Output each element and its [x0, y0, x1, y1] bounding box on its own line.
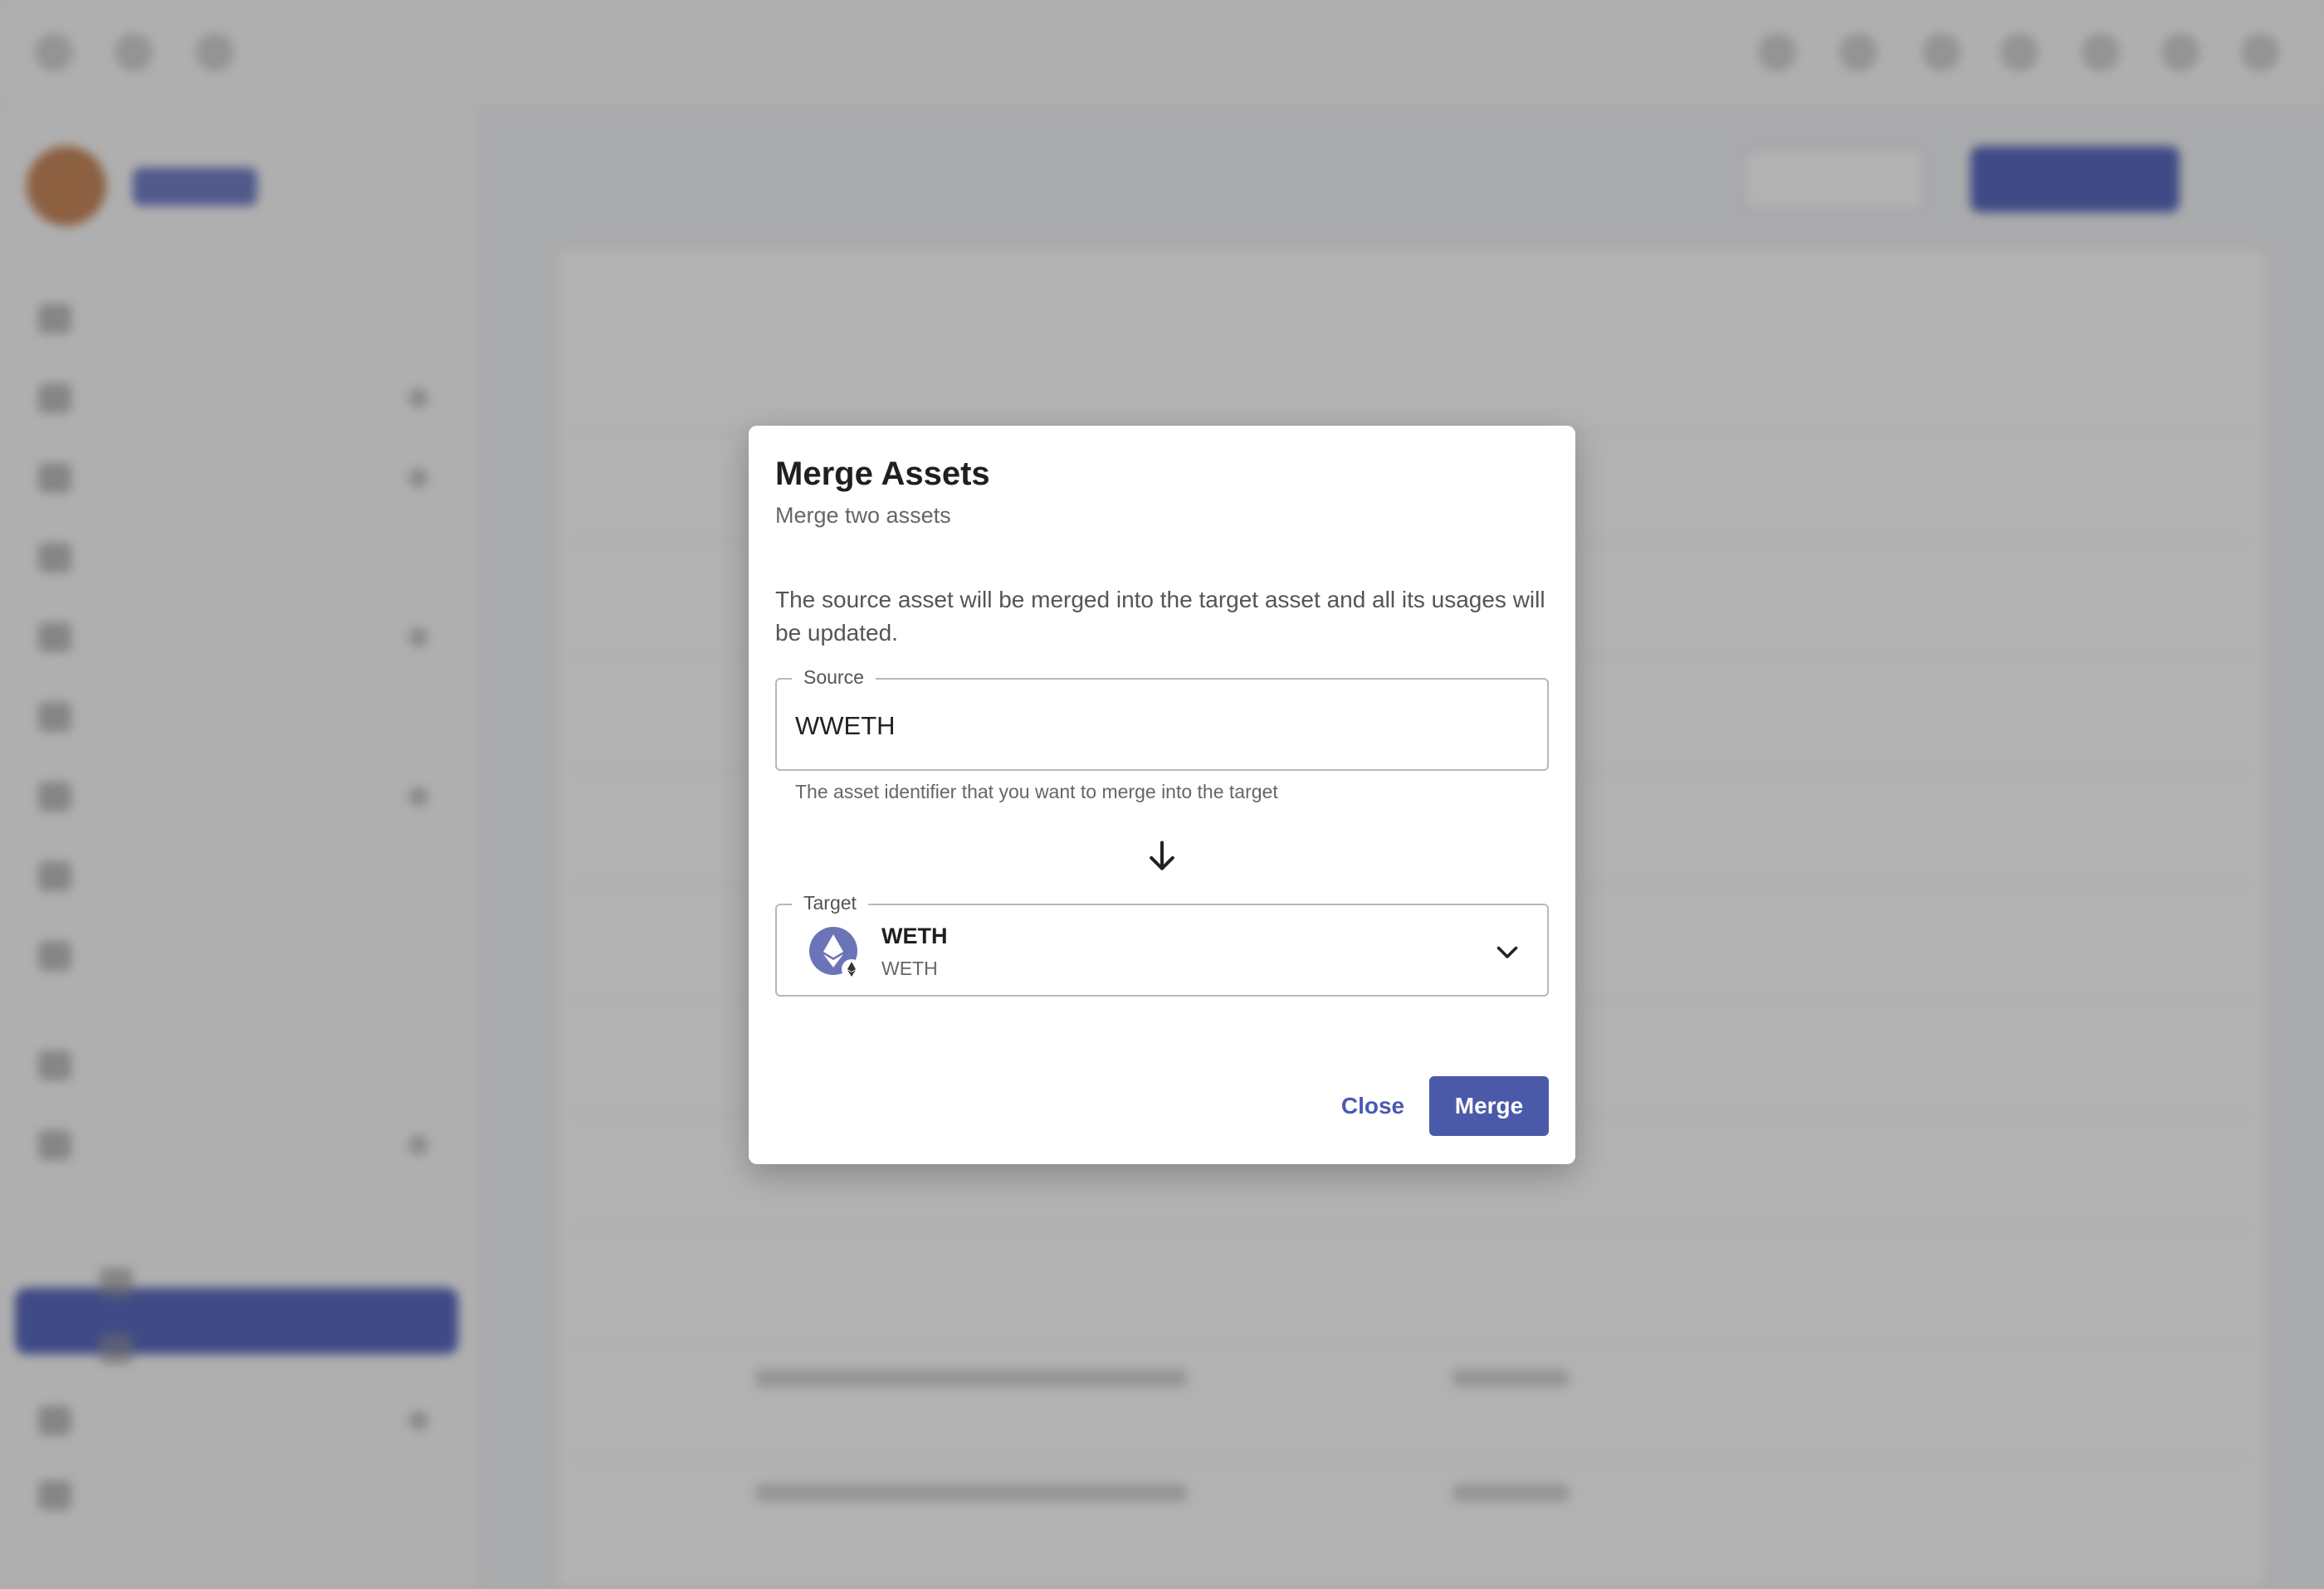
- close-button[interactable]: Close: [1326, 1076, 1419, 1136]
- dialog-title: Merge Assets: [775, 456, 990, 492]
- source-field: Source: [775, 666, 1549, 771]
- merge-button[interactable]: Merge: [1429, 1076, 1549, 1136]
- source-hint: The asset identifier that you want to me…: [795, 781, 1278, 802]
- target-asset-name: WETH: [881, 924, 948, 948]
- arrow-down-icon: [1150, 841, 1174, 870]
- source-input[interactable]: [795, 708, 1526, 744]
- target-select[interactable]: Target WETH WETH: [775, 892, 1549, 997]
- merge-assets-dialog: Merge Assets Merge two assets The source…: [749, 426, 1575, 1164]
- ethereum-icon: [809, 927, 862, 979]
- dialog-subtitle: Merge two assets: [775, 503, 951, 528]
- target-label: Target: [792, 892, 868, 914]
- source-label: Source: [792, 666, 876, 689]
- chevron-down-icon[interactable]: [1492, 937, 1522, 967]
- dialog-description: The source asset will be merged into the…: [775, 587, 1545, 646]
- target-asset-symbol: WETH: [881, 958, 938, 979]
